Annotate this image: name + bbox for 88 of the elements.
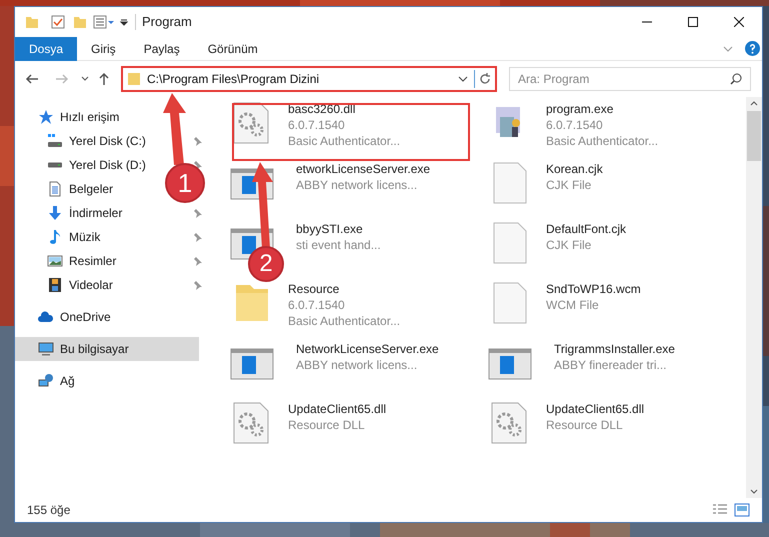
music-note-icon <box>47 229 63 245</box>
network-icon <box>38 373 54 389</box>
document-icon <box>47 181 63 197</box>
sidebar-item[interactable]: Hızlı erişim <box>15 105 163 129</box>
file-detail: sti event hand... <box>296 237 381 253</box>
scrollbar-thumb[interactable] <box>747 111 761 161</box>
drive-icon <box>47 162 63 168</box>
file-detail: ABBY network licens... <box>296 357 418 373</box>
checklist-icon[interactable] <box>51 15 65 29</box>
chevron-icon[interactable] <box>723 44 733 54</box>
file-name: UpdateClient65.dll <box>288 401 386 417</box>
sidebar-item[interactable]: Videolar <box>15 273 163 297</box>
ribbon-tab[interactable]: Giriş <box>77 36 130 60</box>
sidebar-item[interactable]: Yerel Disk (C:) <box>15 129 163 153</box>
dropdown-icon[interactable] <box>119 17 129 27</box>
address-field[interactable]: C:\Program Files\Program Dizini <box>121 66 497 92</box>
caret-icon[interactable] <box>81 75 89 83</box>
up-arrow-icon[interactable] <box>97 72 111 86</box>
file-detail: WCM File <box>546 297 600 313</box>
sidebar-label: Hızlı erişim <box>60 109 120 126</box>
sidebar-label: Yerel Disk (C:) <box>69 133 146 150</box>
drive-icon <box>47 133 63 149</box>
ribbon-tab[interactable]: Dosya <box>15 36 78 60</box>
file-name: UpdateClient65.dll <box>546 401 644 417</box>
file-detail: Basic Authenticator... <box>288 133 400 149</box>
sidebar-item[interactable]: Belgeler <box>15 177 163 201</box>
folder-icon <box>127 72 141 86</box>
sidebar-label: Ağ <box>60 373 75 390</box>
close-icon <box>734 17 744 27</box>
sidebar-item[interactable]: OneDrive <box>15 305 163 329</box>
search-input[interactable]: Ara: Program <box>518 70 730 88</box>
scrollbar[interactable] <box>746 97 762 498</box>
file-name: NetworkLicenseServer.exe <box>296 341 439 357</box>
file-detail: Basic Authenticator... <box>546 133 658 149</box>
file-detail: ABBY finereader tri... <box>554 357 668 373</box>
refresh-icon[interactable] <box>479 73 491 85</box>
file-detail: CJK File <box>546 177 592 193</box>
image-icon <box>47 253 63 269</box>
arrow <box>162 93 188 165</box>
sidebar-label: Bu bilgisayar <box>60 341 129 358</box>
maximize-icon <box>688 17 698 27</box>
sidebar-item[interactable]: Bu bilgisayar <box>15 337 199 361</box>
file-detail: 6.0.7.1540 <box>288 297 346 313</box>
sidebar-item[interactable]: Resimler <box>15 249 163 273</box>
file-name: SndToWP16.wcm <box>546 281 641 297</box>
search-field[interactable]: Ara: Program <box>509 67 751 91</box>
download-icon <box>47 205 63 221</box>
help-icon[interactable] <box>745 41 760 56</box>
search-icon <box>730 73 742 85</box>
item-count: 155 öğe <box>27 502 70 519</box>
computer-icon <box>38 341 54 357</box>
file-detail: ABBY network licens... <box>296 177 418 193</box>
sidebar-label: Videolar <box>69 277 113 294</box>
file-detail: Basic Authenticator... <box>288 313 400 329</box>
sidebar-label: Müzik <box>69 229 100 246</box>
back-arrow-icon[interactable] <box>25 72 39 86</box>
star-icon <box>38 109 54 125</box>
sidebar-label: OneDrive <box>60 309 111 326</box>
file-name: bbyySTI.exe <box>296 221 364 237</box>
file-detail: CJK File <box>546 237 592 253</box>
sidebar-item[interactable]: Müzik <box>15 225 163 249</box>
ribbon-tab[interactable]: Görünüm <box>194 36 272 60</box>
file-name: program.exe <box>546 101 614 117</box>
file-detail: Resource DLL <box>288 417 366 433</box>
window-title: Program <box>142 13 192 32</box>
sidebar-item[interactable]: Yerel Disk (D:) <box>15 153 163 177</box>
ribbon-tab[interactable]: Paylaş <box>130 36 194 60</box>
sidebar-label: Resimler <box>69 253 116 270</box>
file-name: Resource <box>288 281 340 297</box>
caret-icon[interactable] <box>458 74 468 84</box>
sidebar-label: İndirmeler <box>69 205 122 222</box>
sidebar-label: Yerel Disk (D:) <box>69 157 146 174</box>
file-name: TrigrammsInstaller.exe <box>554 341 675 357</box>
file-name: Korean.cjk <box>546 161 603 177</box>
file-name: etworkLicenseServer.exe <box>296 161 430 177</box>
properties-icon[interactable] <box>93 15 115 29</box>
film-icon <box>47 277 63 293</box>
file-name: basc3260.dll <box>288 101 356 117</box>
sidebar-label: Belgeler <box>69 181 114 198</box>
address-path: C:\Program Files\Program Dizini <box>147 71 320 88</box>
file-detail: 6.0.7.1540 <box>288 117 346 133</box>
sidebar-item[interactable]: İndirmeler <box>15 201 163 225</box>
file-detail: 6.0.7.1540 <box>546 117 604 133</box>
sidebar-item[interactable]: Ağ <box>15 369 163 393</box>
cloud-icon <box>38 309 54 325</box>
thumbnail-view-icon[interactable] <box>734 503 750 517</box>
file-detail: Resource DLL <box>546 417 624 433</box>
file-name: DefaultFont.cjk <box>546 221 626 237</box>
